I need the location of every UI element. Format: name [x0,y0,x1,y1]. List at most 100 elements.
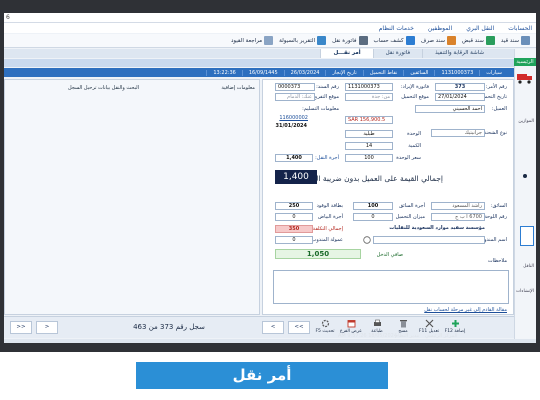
sidebar-home[interactable]: الرئيسية [514,58,536,66]
vehicle-field[interactable]: جرانيتيك [431,129,485,137]
info-doc-number: 1131000373 [434,69,479,76]
plate-label: رقم اللوحة: [482,214,507,220]
tab-control-screen[interactable]: شاشة الرقابة والتنفيذ [422,49,496,58]
receipt-button[interactable]: سند قبض [462,36,495,45]
expenses-label: أجرة البياض [318,214,343,220]
sidebar-carrier[interactable]: الناقل [523,264,534,269]
caption-banner: أمر نقل [136,362,388,389]
unit-field[interactable]: طبلية [345,130,393,138]
invoice-button[interactable]: فاتورة نقل [332,36,368,45]
info-load-points[interactable]: نقاط التحميل [362,69,404,76]
ref-link[interactable]: 116000002 [279,115,308,121]
info-vehicles[interactable]: سيارات [479,69,508,76]
order-no-label: رقم الأمر: [485,84,507,90]
quantity-field[interactable]: 14 [345,142,393,150]
status-datetime: AM 9:57:26 18/05/2024 [338,333,398,339]
statement-icon [405,36,415,45]
agent-commission-label: عمولة المندوب: [310,237,343,243]
review-button[interactable]: مراجعة القيود [231,36,274,45]
info-drivers[interactable]: السائقين [403,69,434,76]
toolbar: سند قيد سند قبض سند صرف كشف حساب فاتورة … [4,34,536,48]
freight-field[interactable]: 1,400 [275,154,313,162]
payment-button[interactable]: سند صرف [421,36,456,45]
driver-card-field[interactable]: 100 [353,202,393,210]
expenses-field[interactable]: 0 [275,213,313,221]
date-field[interactable]: 27/01/2024 [435,93,485,101]
load-site-label: موقع التحميل [401,94,429,100]
journal-icon [521,36,530,45]
title-number: 6 [6,14,10,21]
menu-bar: الحسابات النقل البري الموظفين خدمات النظ… [4,23,536,33]
tab-transport-invoice[interactable]: فاتورة نقل [372,49,422,58]
menu-item-employees[interactable]: الموظفين [428,25,452,32]
status-branch: المركز الرئيسي [425,333,458,339]
journal-button[interactable]: سند قيد [501,36,530,45]
invoice-no-label: فاتورة الإيراد: [400,84,429,90]
load-site-field[interactable]: من: جدة [345,93,393,101]
info-complete-date-label: تاريخ الإنجاز [325,69,362,76]
client-label: العميل: [491,106,507,112]
report-icon [317,36,327,45]
report-button[interactable]: التقرير بالسيولة [279,36,327,45]
side-info-panel: معلومات إضافية البحث والنقل بيانات ترحيل… [4,79,260,315]
sidebar-scales[interactable]: الموازين [518,119,534,124]
cost-field: 350 [275,225,313,233]
status-bar: AM 9:57:26 18/05/2024 مدير النظام المركز… [0,332,540,342]
statement-button[interactable]: كشف حساب [374,36,415,45]
unload-site-label: موقع التفريغ [313,94,339,100]
client-field[interactable]: أحمد الحسيني [415,105,485,113]
receipt-no-field[interactable]: 0000373 [275,83,315,91]
driver-field[interactable]: راشد المسعود [431,202,485,210]
notes-label: ملاحظات [487,258,507,264]
sidebar-card-icon[interactable] [520,226,534,246]
notes-textarea[interactable] [273,270,509,304]
payment-icon [446,36,456,45]
fuel-card-field[interactable]: 250 [275,202,313,210]
info-gregorian-date: 26/03/2024 [283,69,326,76]
clear-circle-icon[interactable] [363,236,371,244]
unload-site-field[interactable]: عنك: الدمام [275,93,315,101]
panel-heading-extra[interactable]: معلومات إضافية [221,85,255,91]
vehicle-label: نوع الشحنة: [481,130,507,136]
transfer-link[interactable]: مقالة القادم إلى غير مرحلة لحساب نقل [424,307,507,313]
freight-label: أجرة النقل: [315,155,339,161]
extra-field[interactable]: 0 [353,213,393,221]
edit-icon [425,319,433,328]
print-icon [373,319,381,326]
app-window: 6 الحسابات النقل البري الموظفين خدمات ال… [4,13,536,343]
panel-heading-search[interactable]: البحث والنقل بيانات ترحيل السجل [68,85,139,91]
sidebar-construction[interactable]: الإنشاءات [516,289,534,294]
agent-commission-field[interactable]: 0 [275,236,313,244]
transport-order-form: رقم الأمر: 373 فاتورة الإيراد: 113100037… [262,79,514,315]
receipt-no-label: رقم السند: [316,84,339,90]
info-hijri-date: 16/09/1445 [241,69,284,76]
truck-icon[interactable] [517,73,533,84]
status-user: مدير النظام [395,333,420,339]
net-label: صافي الدخل [376,252,403,258]
unit-price-field[interactable]: 100 [345,154,393,162]
unit-label: الوحدة [407,131,421,137]
add-icon [451,320,459,327]
invoice-icon [358,36,368,45]
invoice-no-field[interactable]: 1131000373 [345,83,393,91]
menu-item-accounts[interactable]: الحسابات [508,25,532,32]
info-bar: سيارات 1131000373 السائقين نقاط التحميل … [4,68,514,77]
tab-strip: شاشة الرقابة والتنفيذ فاتورة نقل أمر نقـ… [4,49,536,58]
menu-item-transport[interactable]: النقل البري [466,25,494,32]
agent-field[interactable] [373,236,485,244]
delete-icon [399,320,407,328]
price-hint-field[interactable]: SAR 156,900.5 [345,116,393,124]
review-icon [264,36,274,45]
quantity-label: الكمية [408,143,421,149]
total-value: 1,400 [275,170,317,184]
company-label: مؤسسة سفيد موارد السعودية للنقليات [389,225,485,231]
menu-item-system[interactable]: خدمات النظام [379,25,414,32]
plate-field[interactable]: 6700 أ ب ج [431,213,485,221]
order-no-field[interactable]: 373 [435,83,485,91]
unit-price-label: سعر الوحدة [396,155,421,161]
title-bar: 6 [4,13,536,23]
extra-label: ميزان التحميل [395,214,425,220]
tab-transport-order[interactable]: أمر نقـــل [320,49,373,58]
driver-card-label: أجرة السائق [399,203,425,209]
refresh-icon [321,319,329,328]
